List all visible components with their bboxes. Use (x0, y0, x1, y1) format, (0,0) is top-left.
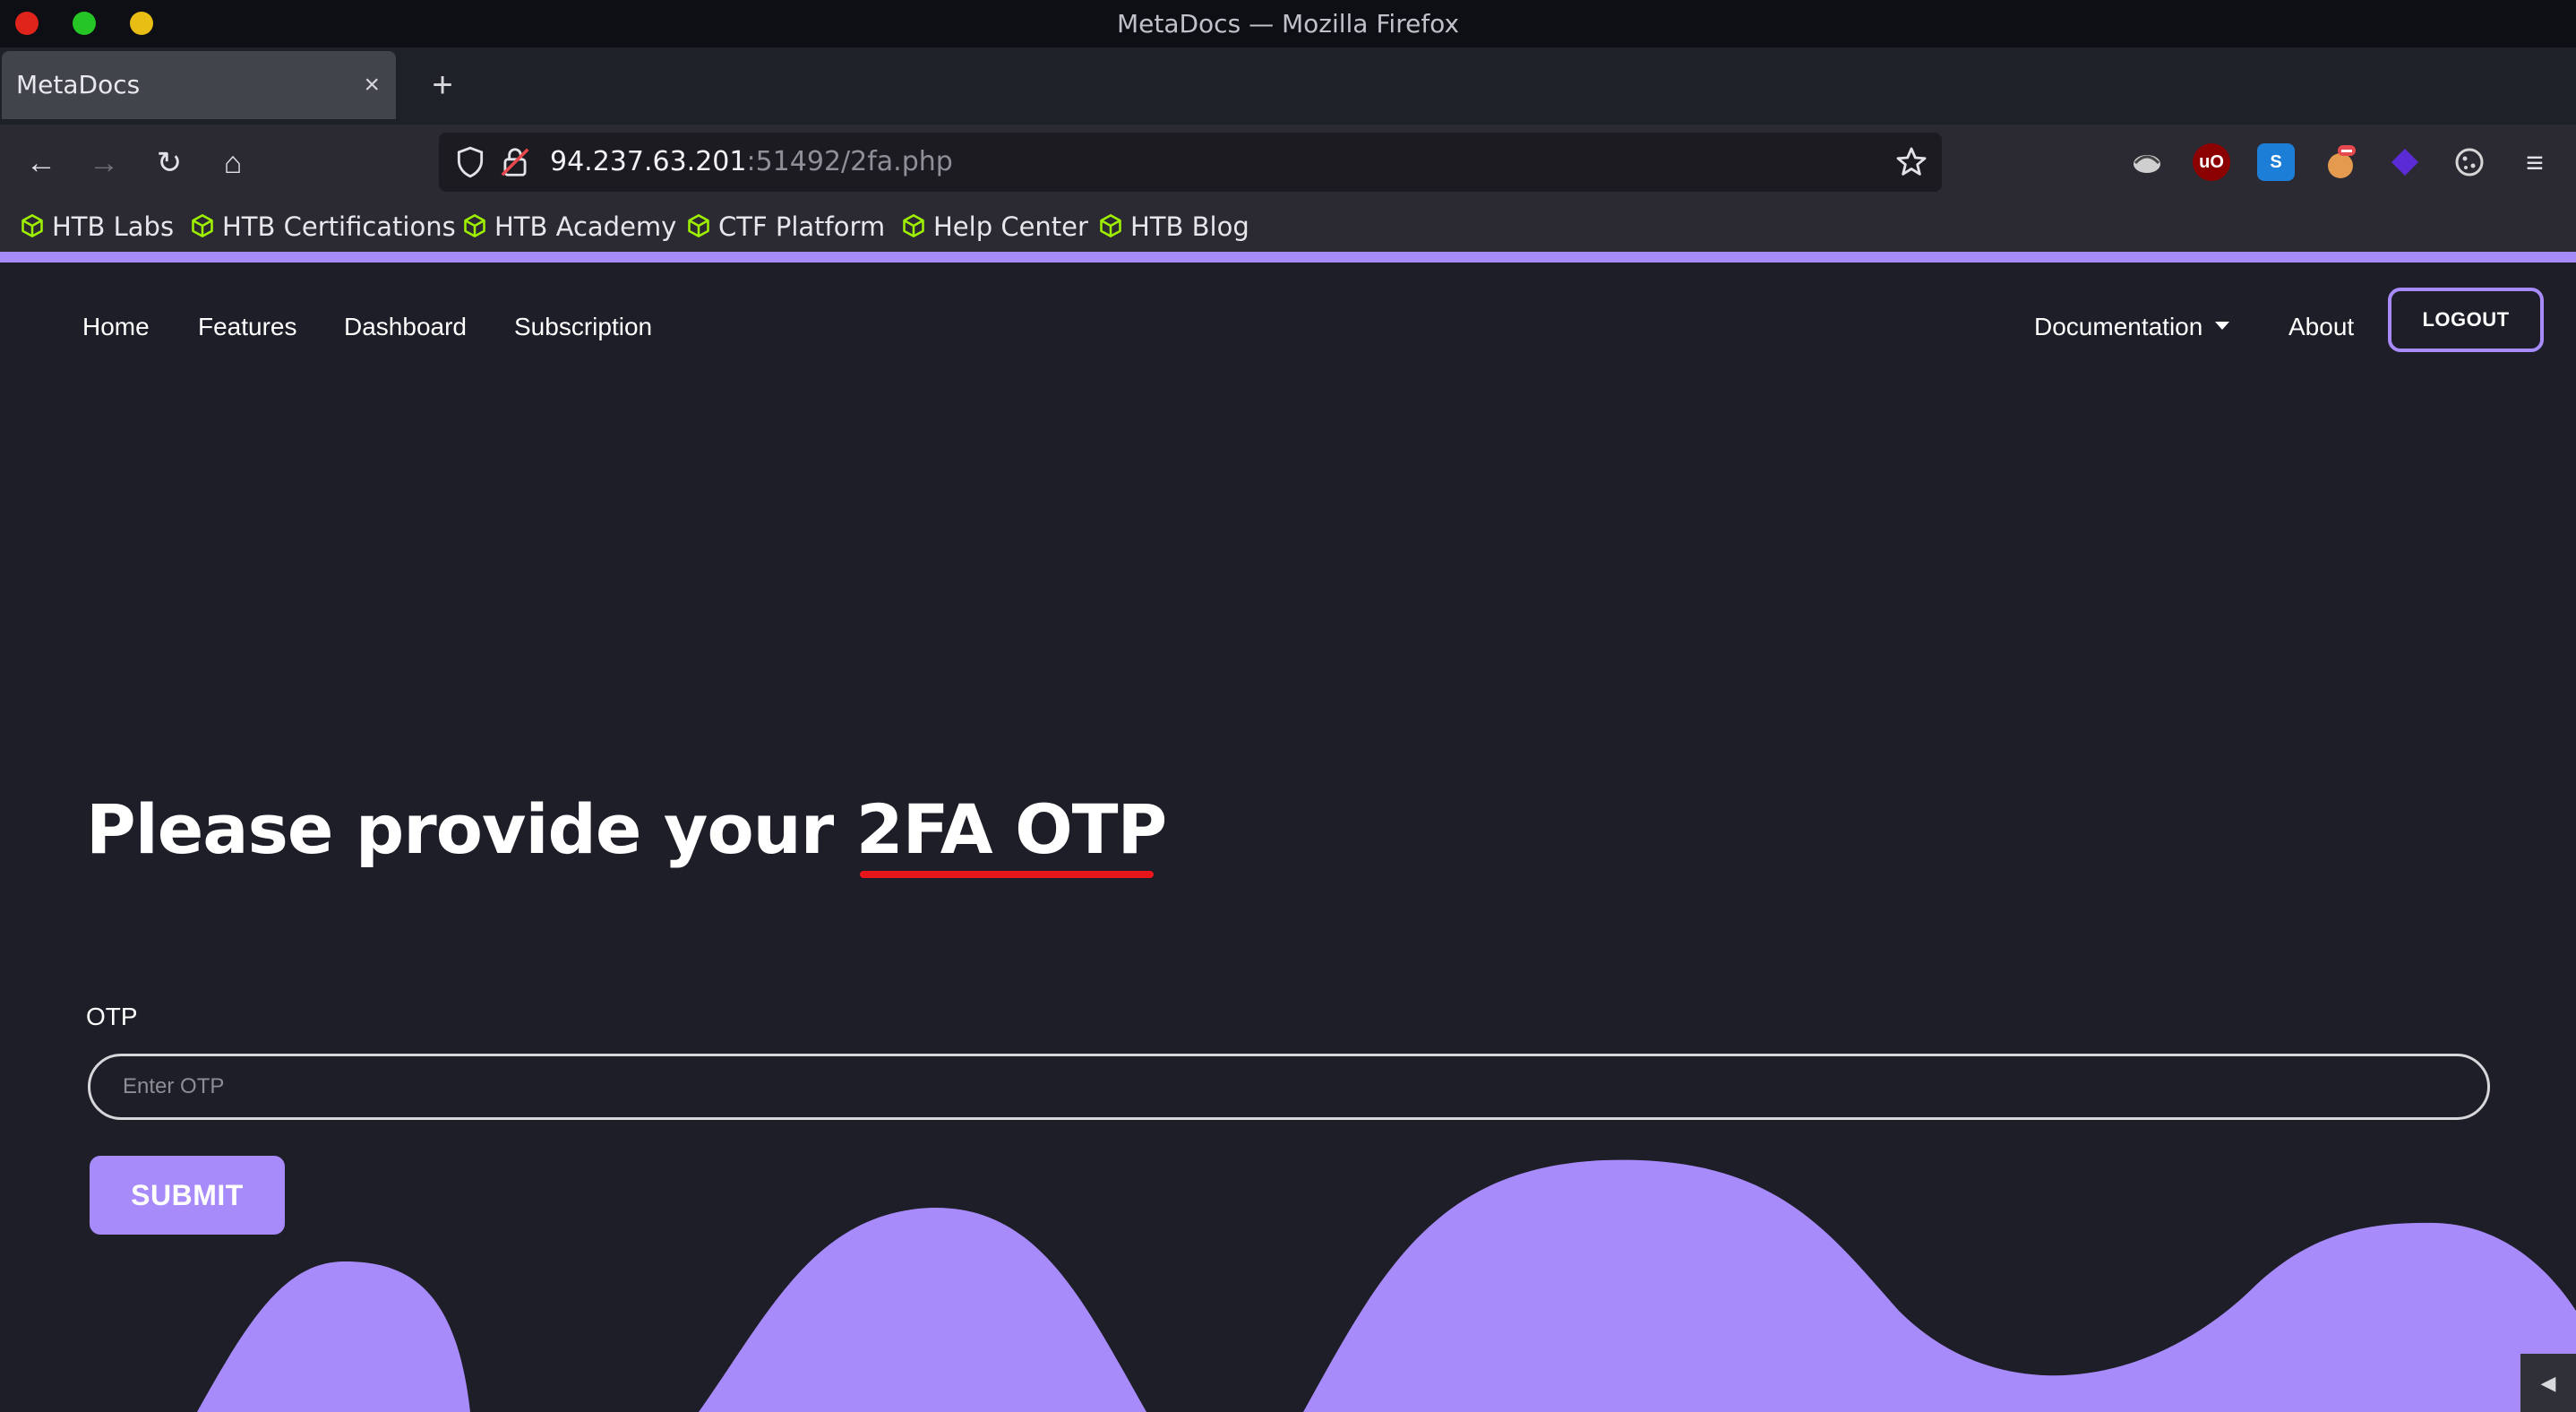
bookmark-label: HTB Certifications (222, 211, 456, 242)
cube-icon (464, 214, 485, 237)
extension-icon-5[interactable] (2386, 143, 2424, 181)
otp-label: OTP (86, 1003, 138, 1030)
tab-label: MetaDocs (16, 70, 141, 99)
nav-subscription-link[interactable]: Subscription (514, 309, 652, 345)
url-bar[interactable]: 94.237.63.201:51492/2fa.php (439, 133, 1942, 192)
url-text: 94.237.63.201:51492/2fa.php (550, 133, 953, 192)
nav-dashboard-link[interactable]: Dashboard (344, 309, 467, 345)
home-button[interactable]: ⌂ (210, 140, 256, 186)
reload-button[interactable]: ↻ (146, 140, 193, 186)
url-path: :51492/2fa.php (746, 146, 953, 177)
page-content: Home Features Dashboard Subscription Doc… (0, 263, 2576, 1412)
new-tab-button[interactable]: + (417, 51, 468, 119)
cube-icon (192, 214, 213, 237)
bookmark-htb-labs[interactable]: HTB Labs (20, 202, 174, 252)
s-extension-icon[interactable]: S (2257, 143, 2295, 181)
extension-icon-1[interactable] (2128, 143, 2166, 181)
tab-close-icon[interactable]: × (364, 51, 380, 119)
bookmark-star-icon[interactable] (1893, 144, 1929, 180)
bookmarks-toolbar: HTB Labs HTB Certifications HTB Academy … (0, 202, 2576, 252)
logout-button[interactable]: LOGOUT (2388, 288, 2544, 352)
window-titlebar: MetaDocs — Mozilla Firefox (0, 0, 2576, 47)
navigation-toolbar: ← → ↻ ⌂ 94.237.63.201:51492/2fa.php uO S… (0, 125, 2576, 202)
documentation-label: Documentation (2034, 313, 2203, 340)
page-heading: Please provide your 2FA OTP (86, 789, 1168, 878)
cube-icon (1100, 214, 1121, 237)
nav-home-link[interactable]: Home (82, 309, 150, 345)
url-host: 94.237.63.201 (550, 146, 747, 177)
insecure-lock-icon[interactable] (498, 145, 532, 179)
bookmark-help-center[interactable]: Help Center (901, 202, 1088, 252)
bookmark-htb-blog[interactable]: HTB Blog (1098, 202, 1249, 252)
cube-icon (21, 214, 43, 237)
menu-icon[interactable]: ≡ (2512, 140, 2558, 186)
shield-icon[interactable] (453, 145, 487, 179)
bookmark-label: HTB Blog (1130, 211, 1249, 242)
bookmark-label: HTB Academy (494, 211, 677, 242)
extension-icon-4[interactable] (2322, 143, 2359, 181)
window-title: MetaDocs — Mozilla Firefox (1116, 9, 1460, 39)
bookmark-label: Help Center (933, 211, 1088, 242)
back-button[interactable]: ← (18, 140, 64, 186)
ublock-icon[interactable]: uO (2193, 143, 2230, 181)
cookie-icon[interactable] (2451, 143, 2488, 181)
page-top-accent (0, 252, 2576, 263)
heading-underline (859, 871, 1155, 878)
otp-input[interactable] (88, 1054, 2490, 1120)
sidebar-toggle-arrow-icon[interactable]: ◀ (2520, 1354, 2576, 1412)
tab-strip: MetaDocs × + (0, 47, 2576, 125)
bookmark-htb-academy[interactable]: HTB Academy (462, 202, 676, 252)
nav-about-link[interactable]: About (2288, 309, 2354, 345)
nav-features-link[interactable]: Features (198, 309, 297, 345)
caret-down-icon (2215, 322, 2230, 331)
cube-icon (903, 214, 924, 237)
bookmark-htb-certifications[interactable]: HTB Certifications (190, 202, 456, 252)
bookmark-ctf-platform[interactable]: CTF Platform (686, 202, 885, 252)
heading-highlight: 2FA OTP (855, 789, 1168, 878)
heading-prefix: Please provide your (86, 789, 856, 869)
forward-button[interactable]: → (81, 140, 127, 186)
bookmark-label: HTB Labs (52, 211, 175, 242)
heading-highlight-text: 2FA OTP (855, 789, 1168, 869)
tab-metadocs[interactable]: MetaDocs × (2, 51, 396, 119)
bookmark-label: CTF Platform (718, 211, 886, 242)
decorative-waves (0, 1159, 2576, 1412)
nav-documentation-dropdown[interactable]: Documentation (2034, 309, 2230, 345)
cube-icon (688, 214, 709, 237)
